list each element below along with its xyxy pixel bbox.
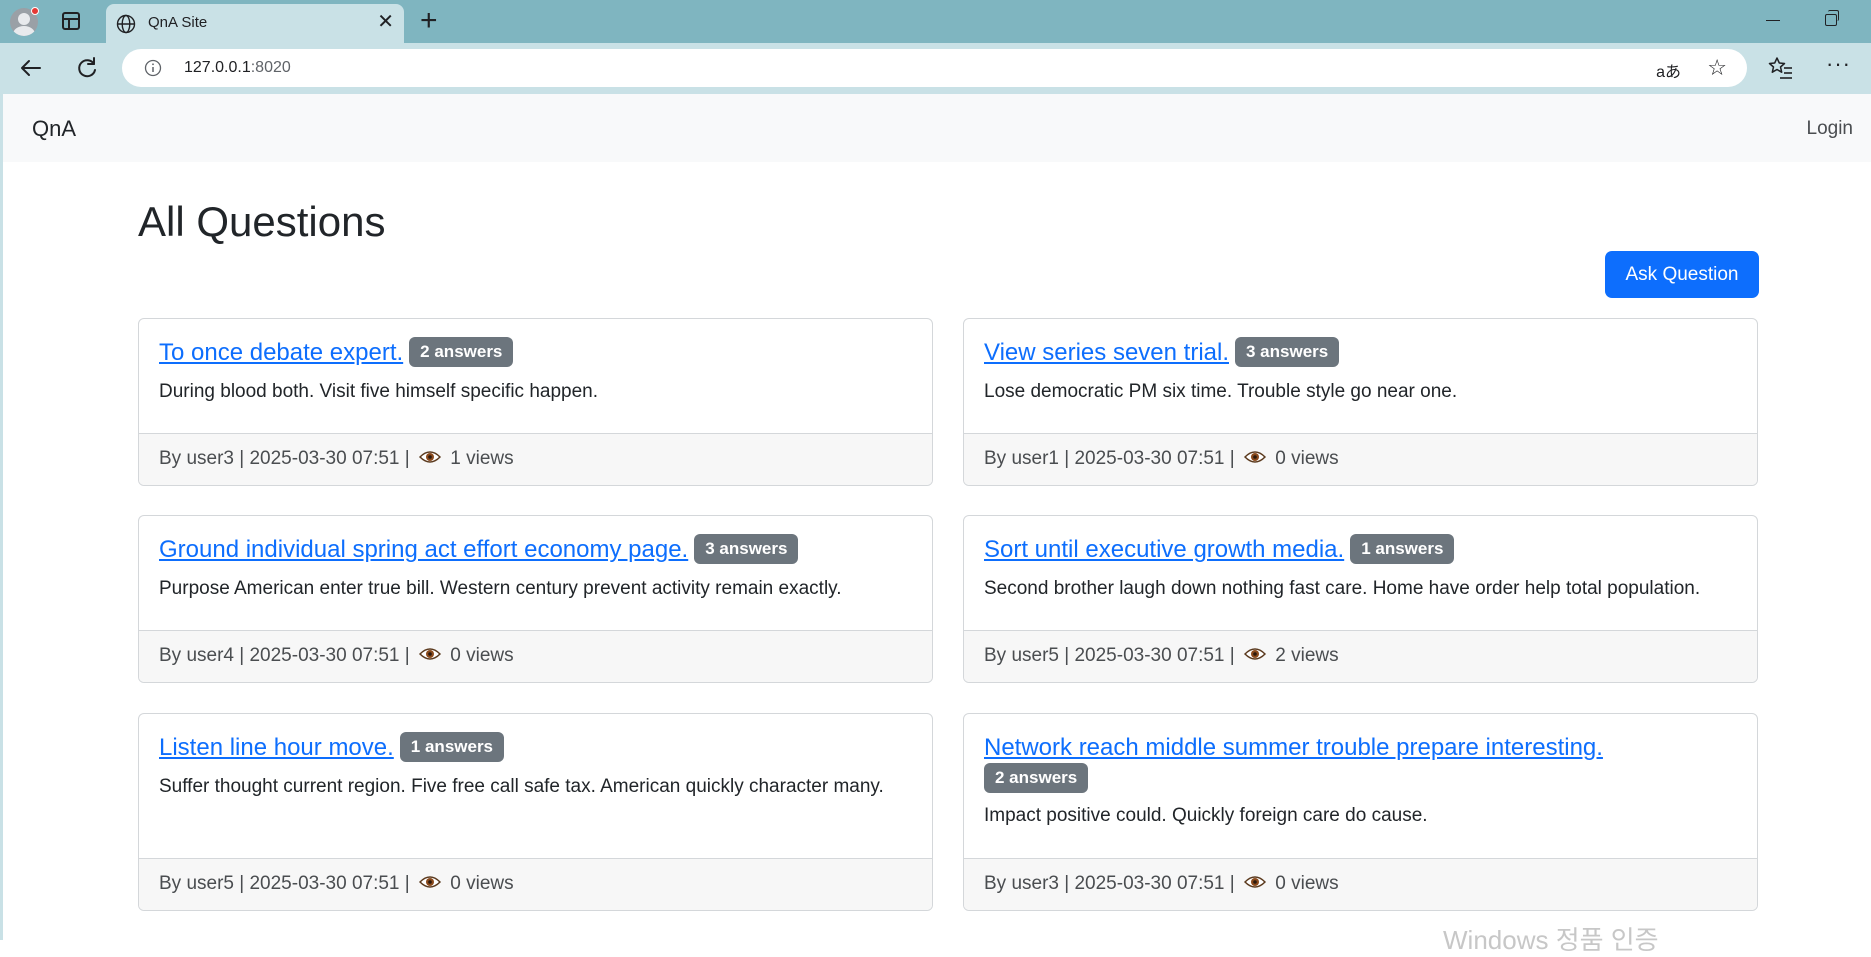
answers-badge: 1 answers bbox=[399, 731, 505, 762]
page: QnA Login All Questions Ask Question To … bbox=[3, 94, 1871, 955]
address-bar[interactable]: 127.0.0.1:8020 aあ ☆ bbox=[122, 49, 1747, 87]
view-count: 1 views bbox=[450, 448, 514, 469]
question-title-link[interactable]: Network reach middle summer trouble prep… bbox=[984, 734, 1603, 761]
eye-icon bbox=[418, 648, 441, 660]
card-footer: By user1 | 2025-03-30 07:51 | 0 views bbox=[964, 433, 1757, 485]
question-card: View series seven trial. 3 answers Lose d… bbox=[963, 318, 1758, 486]
question-excerpt: Purpose American enter true bill. Wester… bbox=[159, 577, 842, 599]
question-excerpt: Impact positive could. Quickly foreign c… bbox=[984, 804, 1428, 826]
tab-actions-icon[interactable] bbox=[62, 12, 80, 30]
question-title-link[interactable]: Sort until executive growth media. bbox=[984, 536, 1344, 563]
new-tab-icon[interactable]: + bbox=[420, 6, 438, 36]
browser-tab-strip: QnA Site ✕ + bbox=[0, 0, 1871, 43]
answers-badge: 1 answers bbox=[1350, 533, 1455, 564]
question-card: To once debate expert. 2 answers During b… bbox=[138, 318, 933, 486]
answers-badge: 3 answers bbox=[1235, 336, 1340, 367]
browser-toolbar: 127.0.0.1:8020 aあ ☆ ··· bbox=[0, 43, 1871, 94]
view-count: 2 views bbox=[1275, 645, 1339, 666]
question-meta: By user3 | 2025-03-30 07:51 | bbox=[984, 873, 1235, 894]
card-footer: By user3 | 2025-03-30 07:51 | 0 views bbox=[964, 858, 1757, 910]
favorite-star-icon[interactable]: ☆ bbox=[1707, 57, 1727, 79]
question-meta: By user4 | 2025-03-30 07:51 | bbox=[159, 645, 410, 666]
browser-tab[interactable]: QnA Site ✕ bbox=[106, 4, 404, 43]
question-card: Network reach middle summer trouble prep… bbox=[963, 713, 1758, 911]
page-title: All Questions bbox=[138, 198, 386, 245]
favorites-list-icon[interactable] bbox=[1768, 55, 1794, 81]
question-meta: By user1 | 2025-03-30 07:51 | bbox=[984, 448, 1235, 469]
card-footer: By user5 | 2025-03-30 07:51 | 0 views bbox=[139, 858, 932, 910]
site-info-icon[interactable] bbox=[144, 59, 162, 77]
navbar-brand[interactable]: QnA bbox=[32, 116, 76, 142]
restore-icon[interactable] bbox=[1825, 10, 1839, 26]
reload-icon[interactable] bbox=[72, 53, 102, 83]
eye-icon bbox=[418, 876, 441, 888]
question-excerpt: Lose democratic PM six time. Trouble sty… bbox=[984, 380, 1458, 402]
login-link[interactable]: Login bbox=[1807, 118, 1854, 140]
card-footer: By user3 | 2025-03-30 07:51 | 1 views bbox=[139, 433, 932, 485]
card-footer: By user5 | 2025-03-30 07:51 | 2 views bbox=[964, 630, 1757, 682]
read-aloud-icon[interactable]: aあ bbox=[1656, 58, 1681, 82]
globe-icon bbox=[116, 14, 136, 34]
view-count: 0 views bbox=[1275, 873, 1339, 894]
question-card: Sort until executive growth media. 1 answ… bbox=[963, 515, 1758, 683]
question-meta: By user3 | 2025-03-30 07:51 | bbox=[159, 448, 410, 469]
question-title-link[interactable]: To once debate expert. bbox=[159, 339, 403, 366]
answers-badge: 2 answers bbox=[409, 336, 514, 367]
eye-icon bbox=[1243, 648, 1266, 660]
notification-dot-icon bbox=[31, 7, 39, 15]
answers-badge: 3 answers bbox=[694, 533, 799, 564]
question-title-link[interactable]: View series seven trial. bbox=[984, 339, 1229, 366]
card-footer: By user4 | 2025-03-30 07:51 | 0 views bbox=[139, 630, 932, 682]
view-count: 0 views bbox=[450, 645, 514, 666]
more-menu-icon[interactable]: ··· bbox=[1826, 51, 1851, 77]
question-meta: By user5 | 2025-03-30 07:51 | bbox=[159, 873, 410, 894]
view-count: 0 views bbox=[1275, 448, 1339, 469]
close-tab-icon[interactable]: ✕ bbox=[377, 12, 394, 32]
question-excerpt: During blood both. Visit five himself sp… bbox=[159, 380, 599, 402]
navbar: QnA Login bbox=[3, 94, 1871, 162]
view-count: 0 views bbox=[450, 873, 514, 894]
question-excerpt: Second brother laugh down nothing fast c… bbox=[984, 577, 1701, 599]
back-arrow-icon[interactable] bbox=[16, 53, 46, 83]
eye-icon bbox=[418, 451, 441, 463]
ask-question-button[interactable]: Ask Question bbox=[1605, 251, 1759, 298]
question-meta: By user5 | 2025-03-30 07:51 | bbox=[984, 645, 1235, 666]
eye-icon bbox=[1243, 876, 1266, 888]
question-title-link[interactable]: Listen line hour move. bbox=[159, 734, 394, 761]
tab-title: QnA Site bbox=[148, 14, 208, 31]
question-excerpt: Suffer thought current region. Five free… bbox=[159, 775, 884, 797]
question-card: Listen line hour move. 1 answers Suffer t… bbox=[138, 713, 933, 911]
url-text: 127.0.0.1:8020 bbox=[184, 59, 291, 76]
question-title-link[interactable]: Ground individual spring act effort econ… bbox=[159, 536, 688, 563]
answers-badge: 2 answers bbox=[984, 762, 1089, 793]
eye-icon bbox=[1243, 451, 1266, 463]
activation-watermark: Windows 정품 인증 bbox=[1443, 925, 1659, 955]
minimize-icon[interactable] bbox=[1766, 20, 1780, 21]
question-card: Ground individual spring act effort econ… bbox=[138, 515, 933, 683]
